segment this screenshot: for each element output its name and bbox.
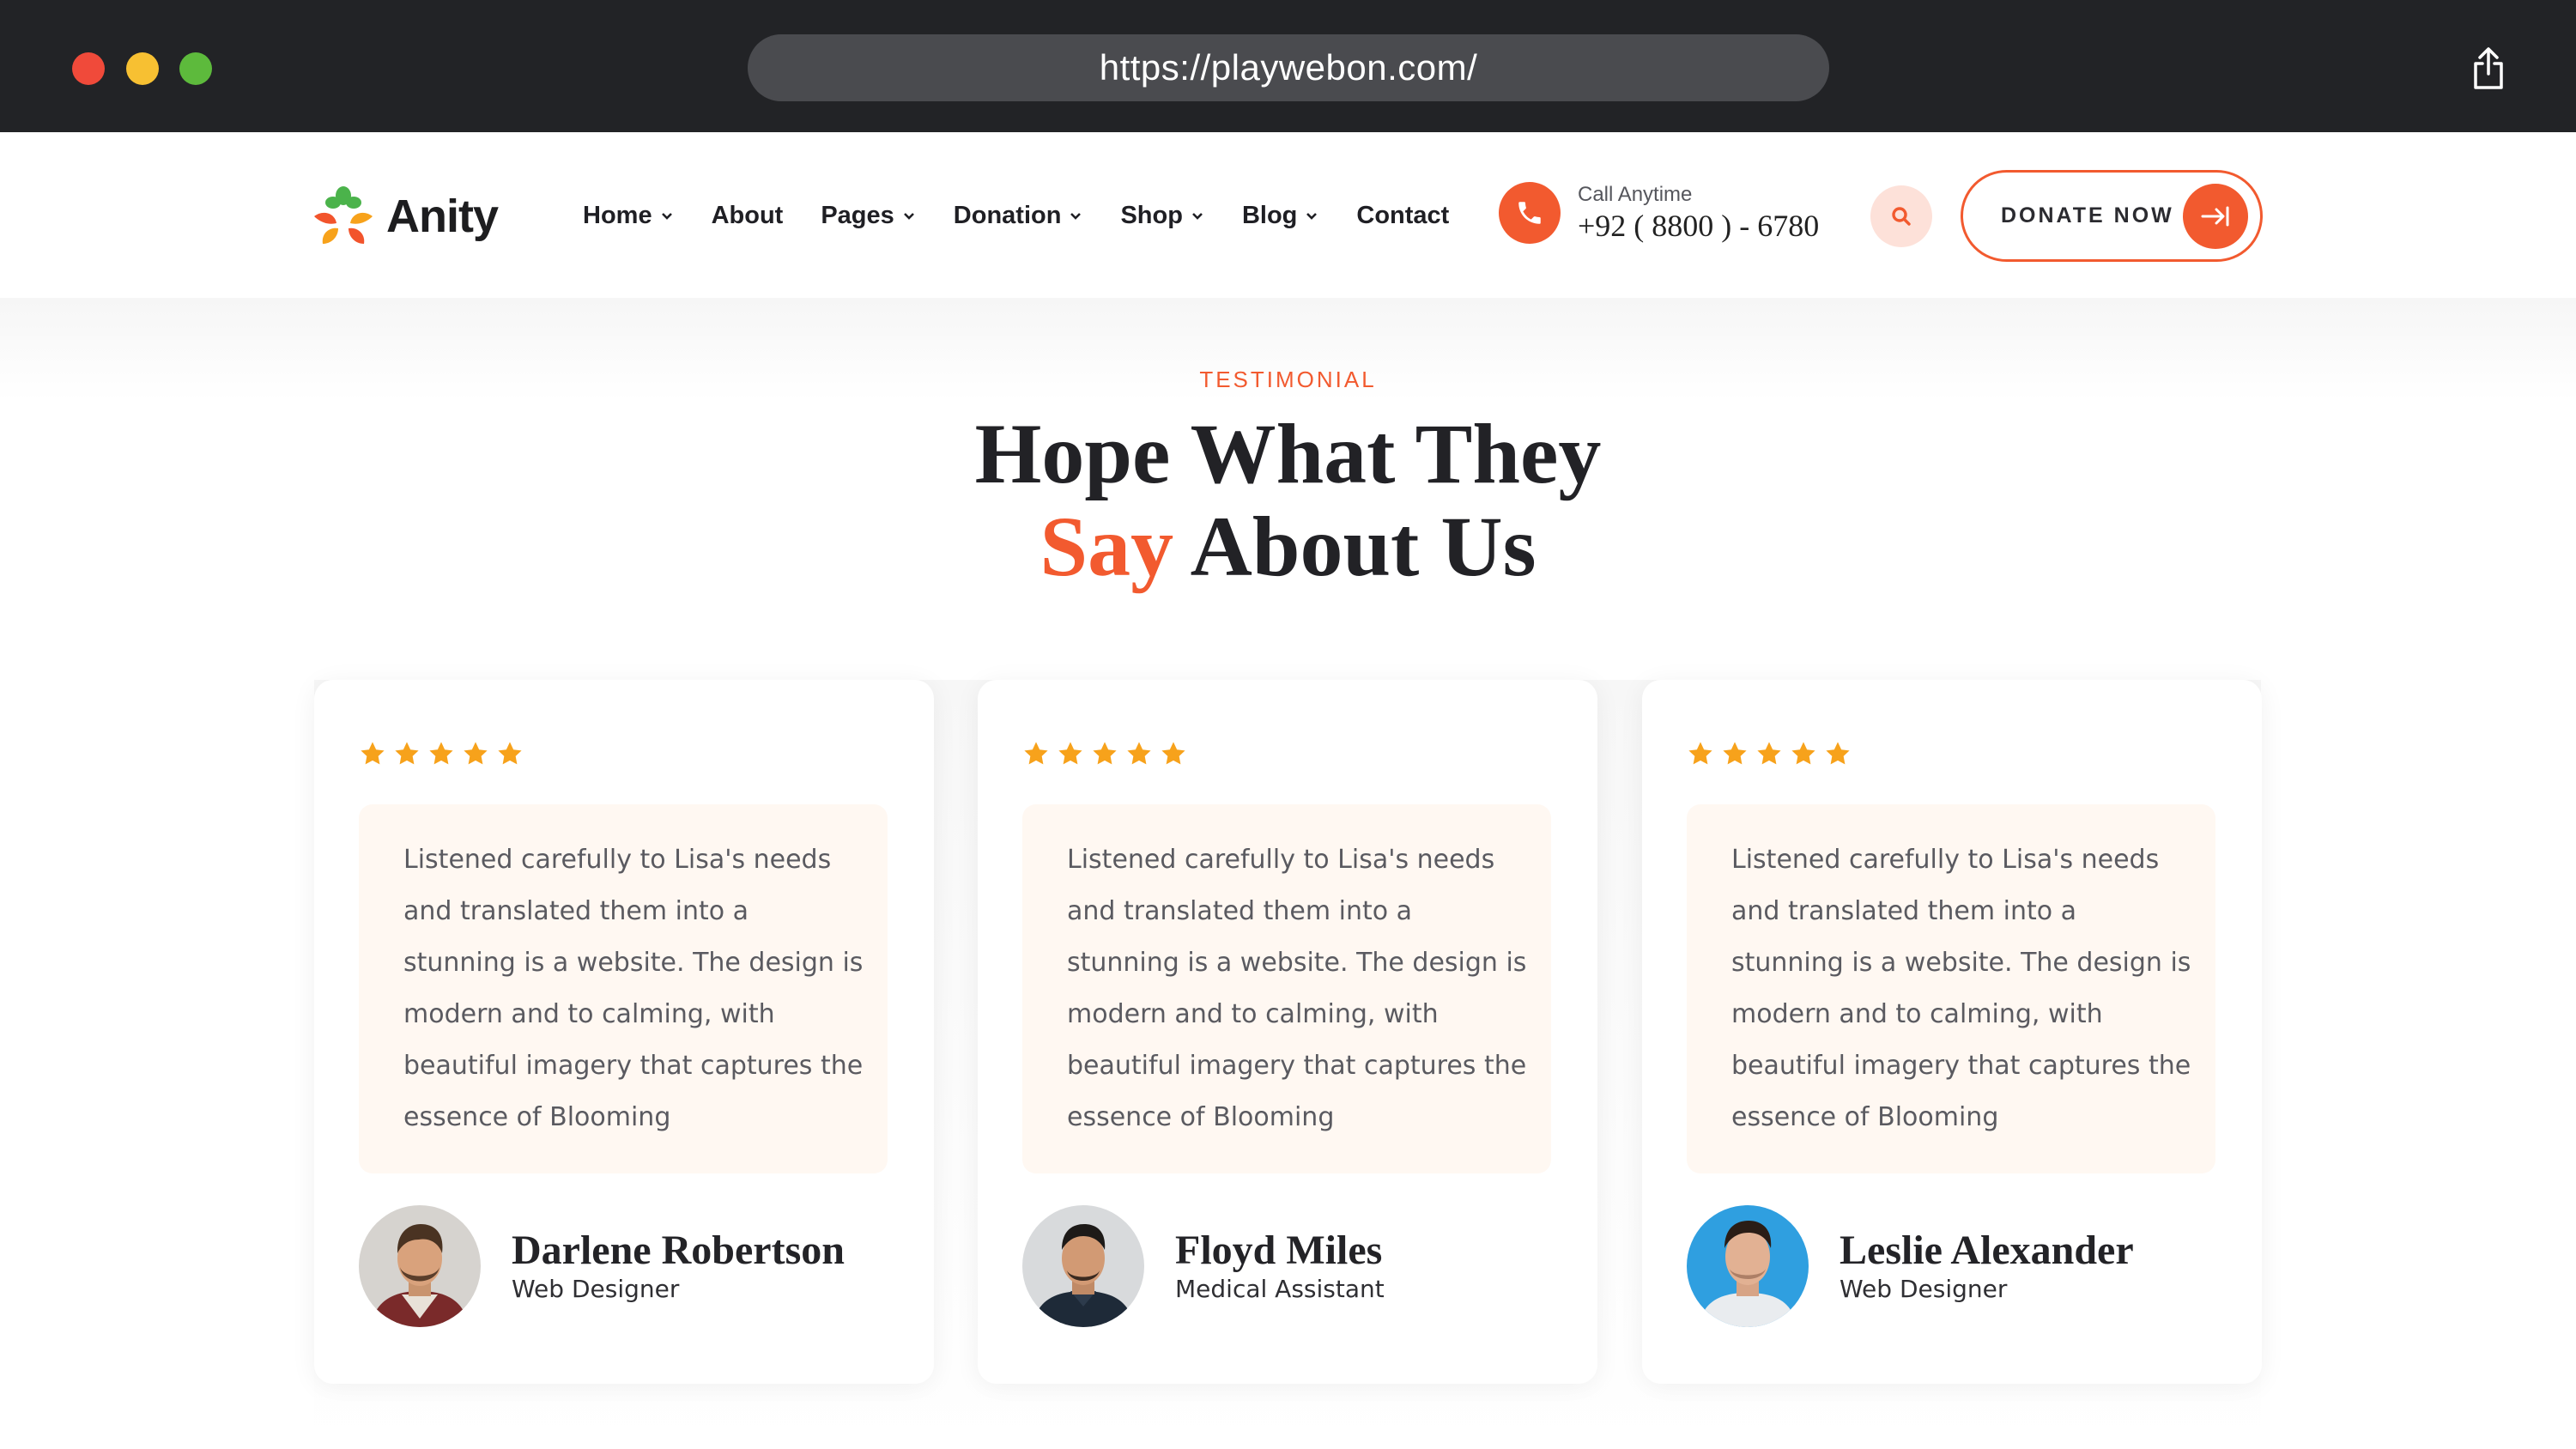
quote-box: Listened carefully to Lisa's needs and t… [1687, 804, 2215, 1173]
title-line-2: About Us [1173, 499, 1537, 594]
author-role: Web Designer [512, 1275, 680, 1303]
testimonial-carousel: Listened carefully to Lisa's needs and t… [314, 680, 2262, 1449]
site-logo[interactable]: Anity [311, 182, 499, 251]
section-title: Hope What They Say About Us [0, 408, 2576, 593]
nav-item-shop[interactable]: Shop [1120, 194, 1204, 237]
logo-text: Anity [386, 191, 499, 242]
quote-box: Listened carefully to Lisa's needs and t… [1022, 804, 1551, 1173]
nav-item-about[interactable]: About [712, 194, 784, 237]
section-eyebrow: TESTIMONIAL [1199, 367, 1377, 392]
star-icon [1826, 742, 1850, 765]
share-icon[interactable] [2470, 46, 2506, 91]
chevron-down-icon [903, 213, 914, 220]
star-rating [359, 740, 530, 767]
star-icon [361, 742, 385, 765]
star-icon [464, 742, 488, 765]
main-nav: Home About Pages Donation Shop Blog Cont… [583, 194, 1487, 237]
author-name: Darlene Robertson [512, 1228, 845, 1273]
arrow-right-icon [2183, 184, 2248, 249]
nav-item-label: Home [583, 201, 652, 229]
star-icon [1093, 742, 1117, 765]
browser-chrome: https://playwebon.com/ [0, 0, 2576, 132]
avatar [1687, 1205, 1809, 1327]
nav-item-label: Pages [821, 201, 894, 229]
star-rating [1687, 740, 1858, 767]
site-header: Anity Home About Pages Donation Shop Blo… [0, 132, 2576, 298]
author-info: Darlene Robertson Web Designer [512, 1228, 845, 1305]
nav-item-home[interactable]: Home [583, 194, 674, 237]
chevron-down-icon [1306, 213, 1318, 220]
nav-item-label: Blog [1241, 201, 1298, 229]
window-close-button[interactable] [72, 52, 105, 85]
author-role: Web Designer [1840, 1275, 2008, 1303]
call-anytime[interactable]: Call Anytime +92 ( 8800 ) - 6780 [1499, 182, 1819, 244]
testimonial-card: Listened carefully to Lisa's needs and t… [1642, 680, 2262, 1384]
star-icon [429, 742, 453, 765]
testimonial-author: Leslie Alexander Web Designer [1687, 1205, 2134, 1327]
chevron-down-icon [1192, 213, 1203, 220]
testimonial-card: Listened carefully to Lisa's needs and t… [978, 680, 1597, 1384]
testimonial-author: Darlene Robertson Web Designer [359, 1205, 845, 1327]
logo-icon [314, 186, 373, 244]
search-button[interactable] [1870, 185, 1932, 247]
nav-item-donation[interactable]: Donation [954, 194, 1083, 237]
star-icon [1688, 742, 1712, 765]
nav-item-pages[interactable]: Pages [821, 194, 915, 237]
testimonial-quote: Listened carefully to Lisa's needs and t… [1731, 845, 2191, 1132]
author-name: Floyd Miles [1175, 1228, 1383, 1273]
nav-item-label: Shop [1120, 201, 1183, 229]
author-name: Leslie Alexander [1840, 1228, 2134, 1273]
avatar [1022, 1205, 1144, 1327]
star-icon [1127, 742, 1151, 765]
star-icon [1757, 742, 1781, 765]
star-icon [1723, 742, 1747, 765]
testimonial-quote: Listened carefully to Lisa's needs and t… [1067, 845, 1527, 1132]
title-accent: Say [1039, 499, 1174, 594]
nav-item-label: Contact [1356, 201, 1450, 229]
page: https://playwebon.com/ Anity Home About … [0, 0, 2576, 1449]
testimonial-author: Floyd Miles Medical Assistant [1022, 1205, 1385, 1327]
author-info: Leslie Alexander Web Designer [1840, 1228, 2134, 1305]
nav-item-label: About [711, 201, 784, 229]
call-label: Call Anytime [1578, 183, 1693, 206]
nav-item-contact[interactable]: Contact [1356, 194, 1449, 237]
author-role: Medical Assistant [1175, 1275, 1385, 1303]
testimonial-card: Listened carefully to Lisa's needs and t… [314, 680, 934, 1384]
quote-box: Listened carefully to Lisa's needs and t… [359, 804, 888, 1173]
nav-item-blog[interactable]: Blog [1242, 194, 1318, 237]
donate-now-button[interactable]: DONATE NOW [1961, 170, 2263, 262]
star-rating [1022, 740, 1194, 767]
star-icon [395, 742, 419, 765]
window-minimize-button[interactable] [126, 52, 159, 85]
star-icon [1024, 742, 1048, 765]
star-icon [1161, 742, 1185, 765]
window-maximize-button[interactable] [179, 52, 212, 85]
avatar [359, 1205, 481, 1327]
address-bar-url: https://playwebon.com/ [1099, 47, 1478, 88]
testimonial-quote: Listened carefully to Lisa's needs and t… [403, 845, 864, 1132]
star-icon [498, 742, 522, 765]
star-icon [1058, 742, 1082, 765]
author-info: Floyd Miles Medical Assistant [1175, 1228, 1385, 1305]
call-number[interactable]: +92 ( 8800 ) - 6780 [1578, 208, 1819, 244]
testimonial-section: TESTIMONIAL Hope What They Say About Us … [0, 298, 2576, 1449]
star-icon [1791, 742, 1815, 765]
chevron-down-icon [1070, 213, 1082, 220]
donate-now-label: DONATE NOW [2001, 203, 2174, 227]
chevron-down-icon [661, 213, 672, 220]
title-line-1: Hope What They [974, 406, 1602, 501]
nav-item-label: Donation [953, 201, 1062, 229]
address-bar[interactable]: https://playwebon.com/ [748, 34, 1829, 101]
search-icon [1892, 207, 1911, 226]
call-text: Call Anytime +92 ( 8800 ) - 6780 [1578, 182, 1819, 244]
phone-icon[interactable] [1499, 182, 1561, 244]
